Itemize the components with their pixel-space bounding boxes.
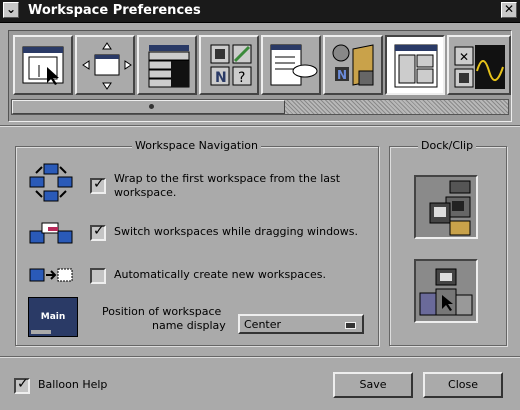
svg-text:N: N — [215, 70, 227, 86]
svg-text:N: N — [337, 68, 347, 82]
scrollbar-grip-icon — [149, 104, 154, 109]
toolbar-balloon-help-button[interactable] — [261, 35, 321, 95]
wrap-workspace-checkbox[interactable]: ✓ — [90, 176, 106, 194]
dock-icon — [419, 268, 473, 316]
misc-icon: ✕ — [454, 45, 505, 89]
wrap-workspaces-icon — [29, 163, 73, 202]
window-cursor-icon — [22, 46, 64, 85]
window-move-icon — [82, 42, 132, 90]
toolbar-applications-button[interactable]: N — [323, 35, 383, 95]
dock-button[interactable] — [414, 259, 478, 323]
main-workspace-label: Main — [40, 312, 66, 322]
balloon-window-icon — [270, 44, 318, 86]
preferences-toolbar: N ? N ✕ — [8, 30, 512, 122]
drag-switch-icon — [29, 222, 73, 244]
auto-create-label: Automatically create new workspaces. — [114, 268, 327, 281]
close-icon[interactable]: ✕ — [501, 2, 517, 18]
dock-clip-group: Dock/Clip — [389, 139, 507, 346]
toolbar-window-placement-button[interactable] — [75, 35, 135, 95]
workspace-name-preview-icon: Main — [28, 297, 78, 337]
balloon-help-label: Balloon Help — [38, 378, 108, 391]
toolbar-workspace-button[interactable] — [385, 35, 445, 95]
create-workspace-icon — [29, 268, 73, 282]
workspace-window-icon — [394, 44, 438, 88]
wrap-workspace-label-line2: workspace. — [114, 186, 177, 199]
divider — [0, 125, 520, 127]
workspace-navigation-group: Workspace Navigation ✓ Wrap to the first… — [15, 139, 379, 346]
dock-clip-title: Dock/Clip — [418, 139, 477, 152]
position-select[interactable]: Center — [238, 314, 364, 334]
minimize-icon[interactable]: ⌄ — [3, 2, 19, 18]
close-button[interactable]: Close — [423, 372, 503, 398]
footer-divider — [0, 356, 520, 358]
check-icon: ✓ — [17, 376, 29, 392]
balloon-help-checkbox[interactable]: ✓ — [14, 376, 30, 394]
toolbar-window-handling-button[interactable] — [13, 35, 73, 95]
toolbar-icon-preferences-button[interactable]: N ? — [199, 35, 259, 95]
toolbar-menu-preferences-button[interactable] — [137, 35, 197, 95]
check-icon: ✓ — [93, 176, 105, 192]
apps-folder-icon: N — [332, 44, 374, 86]
position-label-line1: Position of workspace — [102, 305, 222, 318]
check-icon: ✓ — [93, 223, 105, 239]
switch-drag-checkbox[interactable]: ✓ — [90, 223, 106, 241]
clip-button[interactable] — [414, 175, 478, 239]
title-bar: ⌄ Workspace Preferences ✕ — [0, 0, 520, 23]
svg-text:✕: ✕ — [459, 50, 469, 64]
position-label-line2: name display — [152, 319, 226, 332]
window-title: Workspace Preferences — [28, 3, 201, 18]
icons-grid-icon: N ? — [210, 44, 252, 86]
auto-create-checkbox[interactable] — [90, 268, 106, 284]
dropdown-icon — [345, 322, 356, 329]
wrap-workspace-label-line1: Wrap to the first workspace from the las… — [114, 172, 341, 185]
scrollbar-thumb[interactable] — [12, 100, 285, 114]
clip-icon — [429, 180, 471, 236]
preview-dock-tiles — [31, 330, 51, 334]
toolbar-scrollbar[interactable] — [11, 99, 509, 115]
save-button[interactable]: Save — [333, 372, 413, 398]
menu-icon — [148, 45, 190, 88]
switch-drag-label: Switch workspaces while dragging windows… — [114, 225, 359, 238]
position-select-value: Center — [244, 318, 282, 331]
workspace-navigation-title: Workspace Navigation — [132, 139, 261, 152]
svg-text:?: ? — [238, 70, 245, 86]
toolbar-miscellaneous-button[interactable]: ✕ — [447, 35, 511, 95]
